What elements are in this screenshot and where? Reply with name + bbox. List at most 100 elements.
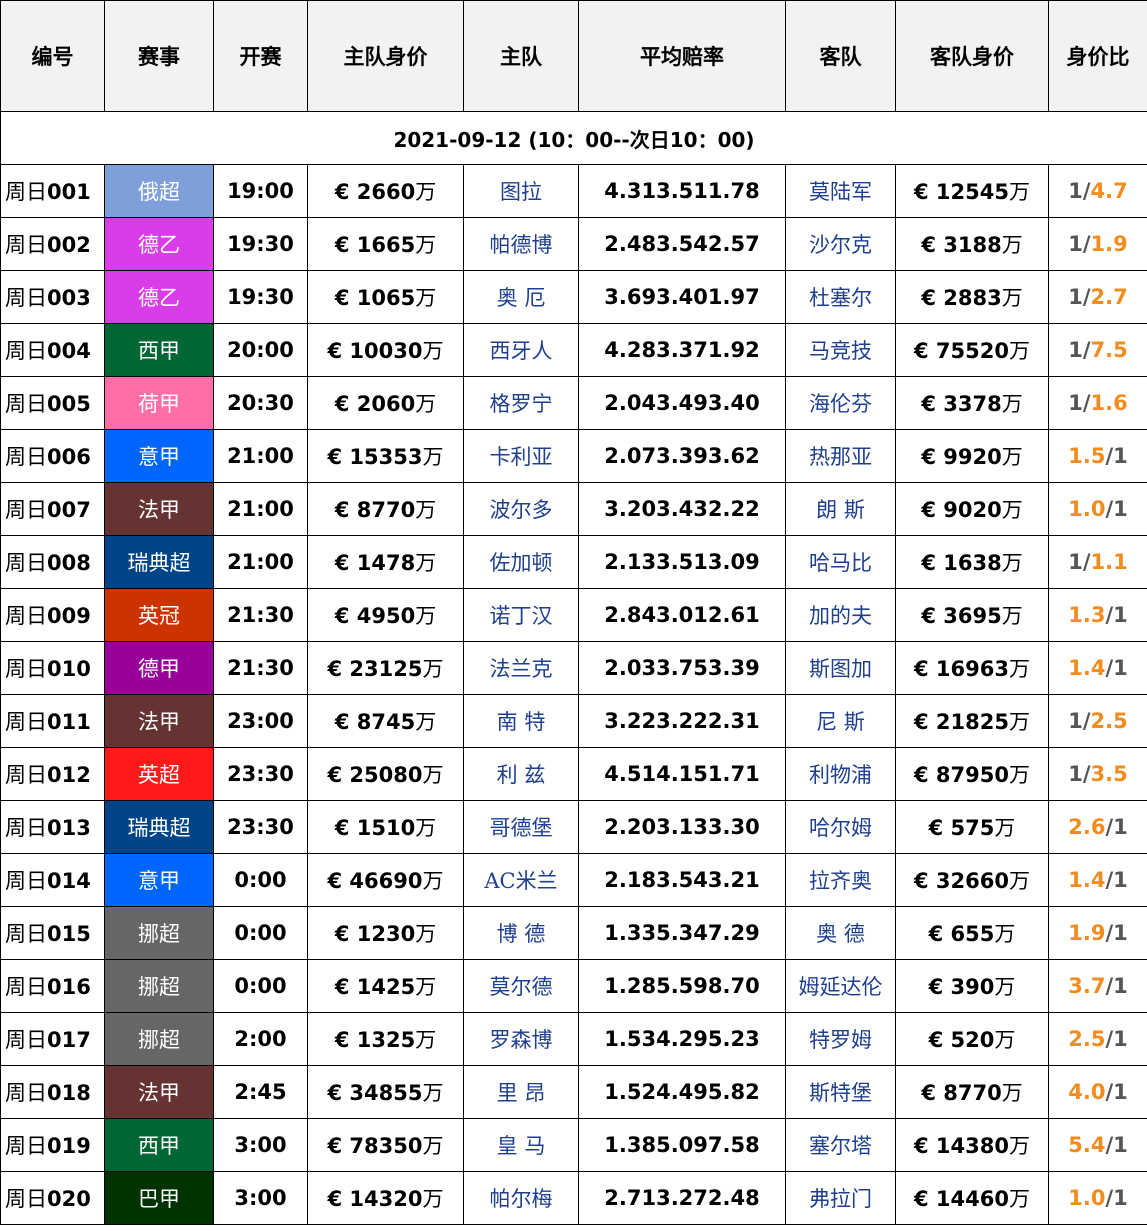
match-id: 周日006 <box>0 429 105 483</box>
average-odds: 2.203.133.30 <box>578 800 786 854</box>
away-value-unit: 万 <box>1008 1187 1030 1211</box>
league-badge: 挪超 <box>104 1012 214 1066</box>
value-ratio: 1.9/1 <box>1048 906 1147 960</box>
header-ratio: 身价比 <box>1048 0 1147 112</box>
away-value: € 14380万 <box>895 1118 1049 1172</box>
match-id: 周日011 <box>0 694 105 748</box>
ratio-separator: / <box>1105 603 1114 627</box>
away-value: € 12545万 <box>895 164 1049 218</box>
match-id-number: 020 <box>47 1187 91 1211</box>
table-row: 周日004 西甲 20:00 € 10030万 西牙人 4.283.371.92 马竞技 € … <box>0 323 1147 377</box>
away-team: 弗拉门 <box>785 1171 896 1225</box>
away-value-amount: € 87950 <box>914 763 1009 787</box>
table-row: 周日011 法甲 23:00 € 8745万南 特 3.223.222.31 尼 斯 € 2… <box>0 694 1147 748</box>
away-value: € 3695万 <box>895 588 1049 642</box>
value-ratio: 1.0/1 <box>1048 1171 1147 1225</box>
average-odds: 1.285.598.70 <box>578 959 786 1013</box>
kickoff-time: 19:30 <box>213 217 308 271</box>
kickoff-time: 3:00 <box>213 1171 308 1225</box>
home-value-amount: € 14320 <box>327 1187 423 1211</box>
league-badge: 意甲 <box>104 853 214 907</box>
match-id: 周日016 <box>0 959 105 1013</box>
average-odds: 2.483.542.57 <box>578 217 786 271</box>
ratio-left: 1 <box>1068 550 1083 574</box>
away-value: € 3188万 <box>895 217 1049 271</box>
home-value: € 25080万 <box>307 747 464 801</box>
value-ratio: 2.6/1 <box>1048 800 1147 854</box>
match-id-prefix: 周日 <box>5 180 47 204</box>
away-value: € 1638万 <box>895 535 1049 589</box>
ratio-right: 1 <box>1113 444 1128 468</box>
ratio-right: 1.6 <box>1090 391 1128 415</box>
value-ratio: 1/1.1 <box>1048 535 1147 589</box>
home-value-unit: 万 <box>415 180 437 204</box>
ratio-right: 1 <box>1113 1027 1128 1051</box>
header-home: 主队 <box>463 0 579 112</box>
match-id: 周日008 <box>0 535 105 589</box>
ratio-right: 1 <box>1113 921 1128 945</box>
ratio-separator: / <box>1105 497 1114 521</box>
match-id-prefix: 周日 <box>5 975 47 999</box>
home-value-unit: 万 <box>415 816 437 840</box>
away-value-unit: 万 <box>994 816 1016 840</box>
away-value: € 520万 <box>895 1012 1049 1066</box>
ratio-right: 1.1 <box>1090 550 1128 574</box>
away-team: 哈马比 <box>785 535 896 589</box>
home-value-unit: 万 <box>415 286 437 310</box>
table-row: 周日015 挪超 0:00 € 1230万博 德 1.335.347.29 奥 德 € 65… <box>0 906 1147 960</box>
home-value-amount: € 2660 <box>334 180 416 204</box>
away-value: € 575万 <box>895 800 1049 854</box>
home-value-unit: 万 <box>422 339 444 363</box>
away-team: 特罗姆 <box>785 1012 896 1066</box>
home-team: 卡利亚 <box>463 429 579 483</box>
match-id-prefix: 周日 <box>5 922 47 946</box>
away-value: € 655万 <box>895 906 1049 960</box>
table-row: 周日020 巴甲 3:00 € 14320万 帕尔梅 2.713.272.48 弗拉门 € 1… <box>0 1171 1147 1225</box>
average-odds: 4.514.151.71 <box>578 747 786 801</box>
home-value-unit: 万 <box>415 1028 437 1052</box>
home-value-amount: € 46690 <box>327 869 423 893</box>
ratio-separator: / <box>1082 232 1091 256</box>
home-value: € 8745万 <box>307 694 464 748</box>
ratio-left: 3.7 <box>1068 974 1106 998</box>
header-time: 开赛 <box>213 0 308 112</box>
away-value-unit: 万 <box>1001 233 1023 257</box>
ratio-right: 1 <box>1113 1080 1128 1104</box>
away-value-amount: € 655 <box>928 922 995 946</box>
home-value-amount: € 2060 <box>334 392 416 416</box>
average-odds: 2.073.393.62 <box>578 429 786 483</box>
match-id-number: 016 <box>47 975 91 999</box>
ratio-separator: / <box>1082 285 1091 309</box>
kickoff-time: 19:00 <box>213 164 308 218</box>
away-value: € 390万 <box>895 959 1049 1013</box>
header-row: 编号 赛事 开赛 主队身价 主队 平均赔率 客队 客队身价 身价比 <box>0 0 1147 112</box>
away-value-amount: € 390 <box>928 975 995 999</box>
average-odds: 3.203.432.22 <box>578 482 786 536</box>
home-value-amount: € 1478 <box>334 551 416 575</box>
match-id-prefix: 周日 <box>5 1187 47 1211</box>
home-value: € 4950万 <box>307 588 464 642</box>
home-value-unit: 万 <box>415 922 437 946</box>
home-value-unit: 万 <box>422 1187 444 1211</box>
value-ratio: 1.0/1 <box>1048 482 1147 536</box>
ratio-separator: / <box>1082 709 1091 733</box>
kickoff-time: 21:00 <box>213 429 308 483</box>
average-odds: 2.183.543.21 <box>578 853 786 907</box>
away-value-unit: 万 <box>1001 1081 1023 1105</box>
match-id-prefix: 周日 <box>5 604 47 628</box>
away-value-unit: 万 <box>994 922 1016 946</box>
table-row: 周日012 英超 23:30 € 25080万利 兹 4.514.151.71 利物浦 € … <box>0 747 1147 801</box>
away-team: 斯图加 <box>785 641 896 695</box>
home-team: 罗森博 <box>463 1012 579 1066</box>
home-value-unit: 万 <box>415 975 437 999</box>
match-id-number: 006 <box>47 445 91 469</box>
home-value: € 23125万 <box>307 641 464 695</box>
away-value-amount: € 3188 <box>921 233 1002 257</box>
match-id-prefix: 周日 <box>5 869 47 893</box>
home-team: 佐加顿 <box>463 535 579 589</box>
away-value-unit: 万 <box>1001 498 1023 522</box>
home-team: 奥 厄 <box>463 270 579 324</box>
match-id: 周日001 <box>0 164 105 218</box>
home-value: € 2060万 <box>307 376 464 430</box>
away-team: 热那亚 <box>785 429 896 483</box>
